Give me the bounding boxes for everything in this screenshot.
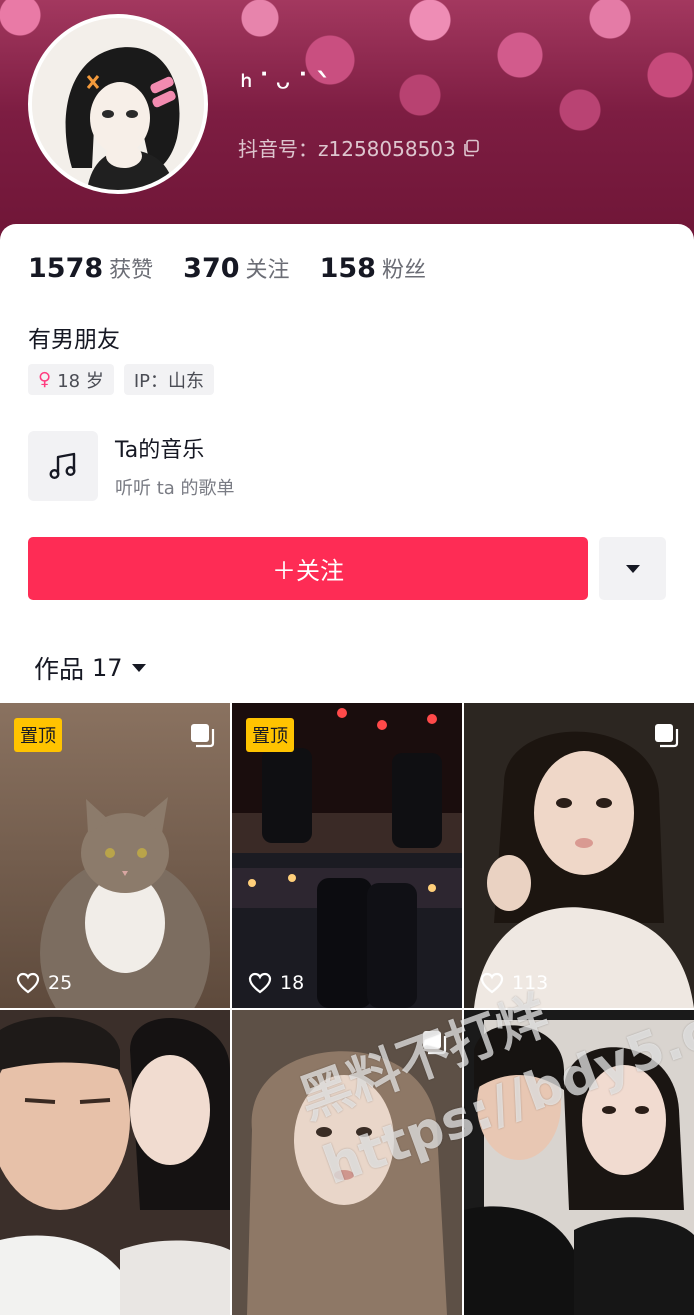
age-tag: ♀ 18 岁 [28,364,114,395]
copy-icon[interactable] [462,139,480,157]
stat-following-label: 关注 [245,258,290,283]
bio: 有男朋友 [28,327,120,353]
likes-count: 113 [480,972,548,994]
music-entry[interactable]: Ta的音乐 听听 ta 的歌单 [28,431,235,501]
stats-row: 1578 获赞 370 关注 158 粉丝 [28,252,426,284]
likes-count-text: 18 [280,972,305,994]
stat-following[interactable]: 370 关注 [183,252,289,284]
profile-banner: ᑋ˙ᵕ˙` 抖音号：z1258058503 [0,0,694,250]
multi-image-icon [191,724,215,748]
heart-icon [248,972,272,994]
douyin-id-text: 抖音号：z1258058503 [238,137,456,161]
video-tile[interactable]: 置顶 18 [232,703,462,1008]
stat-following-value: 370 [183,253,240,284]
ip-tag: IP：山东 [123,364,214,395]
music-text: Ta的音乐 听听 ta 的歌单 [115,432,235,500]
likes-count: 25 [16,972,72,994]
multi-image-icon [655,724,679,748]
video-tile[interactable] [464,1010,694,1315]
multi-image-icon [423,1031,447,1055]
works-grid: 置顶 25 置顶 18 113 [0,703,694,1315]
stat-followers[interactable]: 158 粉丝 [320,252,426,284]
video-thumbnail [464,1010,694,1315]
stat-likes[interactable]: 1578 获赞 [28,252,153,284]
works-label: 作品 [34,655,85,684]
stat-followers-value: 158 [319,253,376,284]
avatar-illustration [32,18,204,190]
triangle-down-icon [625,564,640,573]
more-options-button[interactable] [599,537,666,600]
follow-button-label: ＋关注 [272,557,344,585]
avatar[interactable] [28,14,208,194]
ip-tag-text: IP：山东 [133,370,204,392]
music-title: Ta的音乐 [115,438,205,463]
works-dropdown-icon [131,664,146,672]
music-note-icon [49,452,76,480]
video-tile[interactable] [232,1010,462,1315]
follow-button[interactable]: ＋关注 [28,537,588,600]
stat-followers-label: 粉丝 [381,258,426,283]
nickname: ᑋ˙ᵕ˙` [240,66,336,110]
likes-count-text: 113 [512,972,549,994]
music-icon-box [28,431,98,501]
douyin-id[interactable]: 抖音号：z1258058503 [238,133,480,162]
pinned-badge: 置顶 [14,718,62,752]
likes-count: 18 [248,972,304,994]
likes-count-text: 25 [48,972,73,994]
music-subtitle: 听听 ta 的歌单 [115,478,235,499]
stat-likes-label: 获赞 [109,258,154,283]
age-tag-text: 18 岁 [57,370,104,392]
heart-icon [16,972,40,994]
video-thumbnail [0,1010,230,1315]
video-tile[interactable]: 113 [464,703,694,1008]
video-tile[interactable]: 置顶 25 [0,703,230,1008]
pinned-badge: 置顶 [246,718,294,752]
profile-tags: ♀ 18 岁 IP：山东 [28,364,214,395]
female-icon: ♀ [38,369,52,390]
heart-icon [480,972,504,994]
stat-likes-value: 1578 [28,253,104,284]
works-count: 17 [92,654,123,682]
tab-works[interactable]: 作品 17 [34,650,147,686]
video-tile[interactable] [0,1010,230,1315]
